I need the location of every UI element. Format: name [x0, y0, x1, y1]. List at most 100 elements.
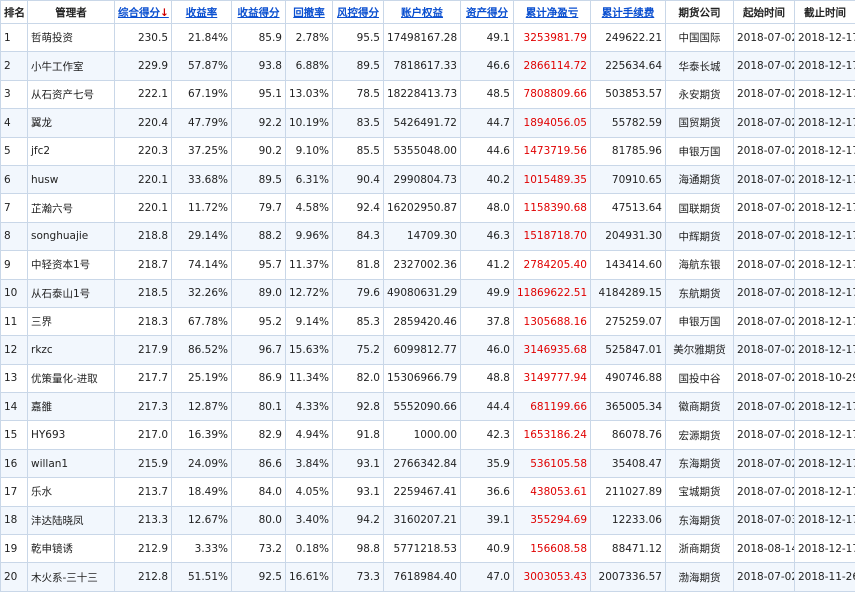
- column-header-drawdown-rate[interactable]: 回撤率: [286, 1, 333, 24]
- cell-rank: 13: [1, 364, 28, 392]
- cell-return-score: 80.1: [232, 393, 286, 421]
- cell-total-score: 215.9: [115, 449, 172, 477]
- cell-return-score: 90.2: [232, 137, 286, 165]
- cell-return-rate: 16.39%: [172, 421, 232, 449]
- cell-account-equity: 17498167.28: [384, 24, 461, 52]
- cell-total-score: 212.8: [115, 563, 172, 591]
- cell-risk-score: 93.1: [333, 478, 384, 506]
- cell-risk-score: 75.2: [333, 336, 384, 364]
- cell-risk-score: 85.3: [333, 307, 384, 335]
- cell-drawdown-rate: 13.03%: [286, 80, 333, 108]
- cell-total-score: 218.8: [115, 222, 172, 250]
- column-header-label: 起始时间: [743, 7, 785, 19]
- column-header-return-score[interactable]: 收益得分: [232, 1, 286, 24]
- cell-commission: 88471.12: [591, 535, 666, 563]
- cell-commission: 2007336.57: [591, 563, 666, 591]
- cell-return-rate: 24.09%: [172, 449, 232, 477]
- cell-commission: 35408.47: [591, 449, 666, 477]
- column-header-return-rate[interactable]: 收益率: [172, 1, 232, 24]
- cell-risk-score: 73.3: [333, 563, 384, 591]
- column-header-total-score[interactable]: 综合得分↓: [115, 1, 172, 24]
- cell-futures-company: 永安期货: [666, 80, 734, 108]
- cell-manager: 小牛工作室: [28, 52, 115, 80]
- cell-futures-company: 渤海期货: [666, 563, 734, 591]
- column-header-account-equity[interactable]: 账户权益: [384, 1, 461, 24]
- cell-risk-score: 79.6: [333, 279, 384, 307]
- cell-asset-score: 39.1: [461, 506, 514, 534]
- table-header: 排名管理者综合得分↓收益率收益得分回撤率风控得分账户权益资产得分累计净盈亏累计手…: [1, 1, 855, 24]
- cell-futures-company: 中辉期货: [666, 222, 734, 250]
- table-row: 5jfc2220.337.25%90.29.10%85.55355048.004…: [1, 137, 855, 165]
- cell-account-equity: 5355048.00: [384, 137, 461, 165]
- cell-drawdown-rate: 6.88%: [286, 52, 333, 80]
- cell-net-profit: 1518718.70: [514, 222, 591, 250]
- cell-risk-score: 92.4: [333, 194, 384, 222]
- cell-asset-score: 41.2: [461, 251, 514, 279]
- cell-asset-score: 40.9: [461, 535, 514, 563]
- cell-asset-score: 49.1: [461, 24, 514, 52]
- cell-rank: 14: [1, 393, 28, 421]
- cell-start-date: 2018-07-02: [734, 52, 795, 80]
- table-row: 14嘉雒217.312.87%80.14.33%92.85552090.6644…: [1, 393, 855, 421]
- column-header-asset-score[interactable]: 资产得分: [461, 1, 514, 24]
- cell-return-score: 82.9: [232, 421, 286, 449]
- cell-return-rate: 86.52%: [172, 336, 232, 364]
- cell-start-date: 2018-07-02: [734, 109, 795, 137]
- column-header-label: 累计手续费: [602, 7, 655, 19]
- cell-end-date: 2018-12-17: [795, 393, 855, 421]
- cell-futures-company: 海航东银: [666, 251, 734, 279]
- cell-total-score: 218.3: [115, 307, 172, 335]
- cell-return-score: 79.7: [232, 194, 286, 222]
- cell-end-date: 2018-12-17: [795, 137, 855, 165]
- cell-total-score: 230.5: [115, 24, 172, 52]
- cell-rank: 2: [1, 52, 28, 80]
- cell-net-profit: 355294.69: [514, 506, 591, 534]
- cell-return-rate: 57.87%: [172, 52, 232, 80]
- cell-risk-score: 92.8: [333, 393, 384, 421]
- cell-return-rate: 67.19%: [172, 80, 232, 108]
- cell-asset-score: 40.2: [461, 165, 514, 193]
- cell-risk-score: 91.8: [333, 421, 384, 449]
- column-header-commission[interactable]: 累计手续费: [591, 1, 666, 24]
- cell-rank: 9: [1, 251, 28, 279]
- cell-end-date: 2018-12-17: [795, 535, 855, 563]
- column-header-label: 累计净盈亏: [526, 7, 579, 19]
- cell-start-date: 2018-07-02: [734, 222, 795, 250]
- cell-asset-score: 46.6: [461, 52, 514, 80]
- cell-manager: 木火系-三十三: [28, 563, 115, 591]
- cell-commission: 12233.06: [591, 506, 666, 534]
- cell-account-equity: 1000.00: [384, 421, 461, 449]
- cell-net-profit: 1015489.35: [514, 165, 591, 193]
- cell-manager: husw: [28, 165, 115, 193]
- cell-drawdown-rate: 11.37%: [286, 251, 333, 279]
- cell-return-score: 85.9: [232, 24, 286, 52]
- cell-account-equity: 18228413.73: [384, 80, 461, 108]
- cell-drawdown-rate: 9.10%: [286, 137, 333, 165]
- cell-start-date: 2018-07-02: [734, 393, 795, 421]
- table-row: 13优策量化-进取217.725.19%86.911.34%82.0153069…: [1, 364, 855, 392]
- cell-futures-company: 申银万国: [666, 307, 734, 335]
- cell-end-date: 2018-12-17: [795, 80, 855, 108]
- column-header-net-profit[interactable]: 累计净盈亏: [514, 1, 591, 24]
- cell-rank: 10: [1, 279, 28, 307]
- cell-return-rate: 47.79%: [172, 109, 232, 137]
- cell-start-date: 2018-07-02: [734, 194, 795, 222]
- table-row: 3从石资产七号222.167.19%95.113.03%78.518228413…: [1, 80, 855, 108]
- cell-futures-company: 国联期货: [666, 194, 734, 222]
- cell-total-score: 218.7: [115, 251, 172, 279]
- cell-commission: 525847.01: [591, 336, 666, 364]
- cell-asset-score: 48.5: [461, 80, 514, 108]
- cell-manager: willan1: [28, 449, 115, 477]
- cell-risk-score: 89.5: [333, 52, 384, 80]
- cell-drawdown-rate: 9.96%: [286, 222, 333, 250]
- table-row: 9中轻资本1号218.774.14%95.711.37%81.82327002.…: [1, 251, 855, 279]
- column-header-risk-score[interactable]: 风控得分: [333, 1, 384, 24]
- cell-return-rate: 67.78%: [172, 307, 232, 335]
- cell-drawdown-rate: 11.34%: [286, 364, 333, 392]
- cell-manager: jfc2: [28, 137, 115, 165]
- cell-account-equity: 6099812.77: [384, 336, 461, 364]
- cell-risk-score: 83.5: [333, 109, 384, 137]
- cell-net-profit: 3253981.79: [514, 24, 591, 52]
- cell-risk-score: 81.8: [333, 251, 384, 279]
- cell-return-rate: 18.49%: [172, 478, 232, 506]
